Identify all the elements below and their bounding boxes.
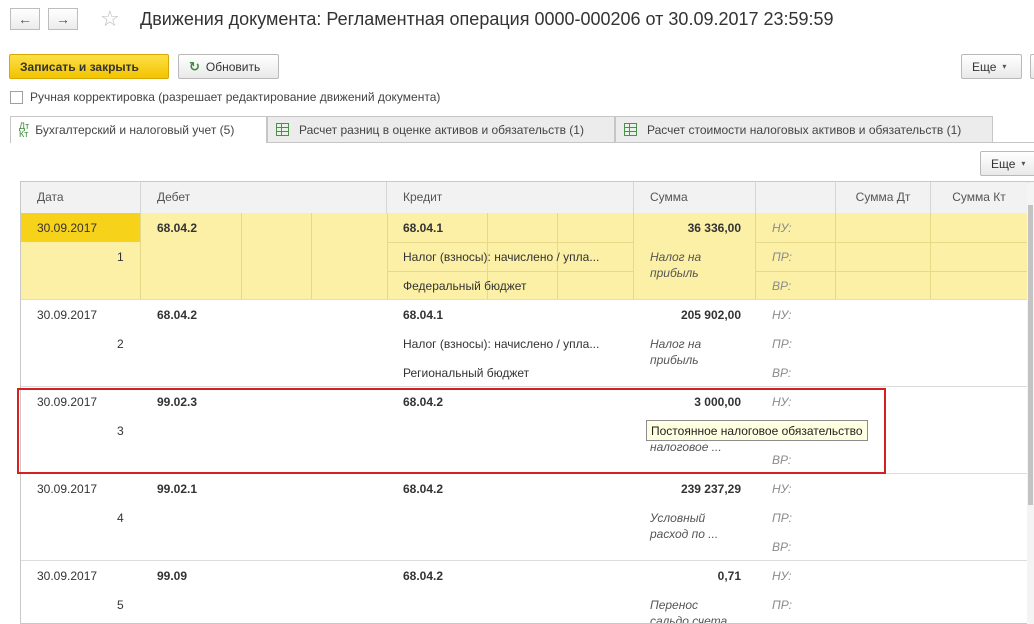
forward-button[interactable]: → xyxy=(48,8,78,30)
cell-amount: 36 336,00 xyxy=(687,221,741,235)
cell-date: 30.09.2017 xyxy=(37,308,98,322)
cell-date: 30.09.2017 xyxy=(37,482,98,496)
cell-credit-sub2: Региональный бюджет xyxy=(403,366,530,380)
extra-button[interactable] xyxy=(1030,54,1034,79)
cell-nu-label: НУ: xyxy=(772,308,792,322)
table-icon xyxy=(624,123,637,136)
manual-correction-label: Ручная корректировка (разрешает редактир… xyxy=(30,90,441,104)
page-title: Движения документа: Регламентная операци… xyxy=(140,9,834,29)
cell-vr-label: ВР: xyxy=(772,366,792,380)
cell-description-1: Налог на xyxy=(650,337,702,351)
back-button[interactable]: ← xyxy=(10,8,40,30)
column-header-date[interactable]: Дата xyxy=(21,182,141,213)
table-header: Дата Дебет Кредит Сумма Сумма Дт Сумма К… xyxy=(21,182,1034,214)
cell-debit: 99.09 xyxy=(157,569,188,583)
cell-credit-sub1: Налог (взносы): начислено / упла... xyxy=(403,250,600,264)
table-row[interactable]: 30.09.2017 1 68.04.2 68.04.1 Налог (взно… xyxy=(21,213,1034,300)
tab-asset-differences[interactable]: Расчет разниц в оценке активов и обязате… xyxy=(267,116,615,142)
cell-amount: 239 237,29 xyxy=(680,482,741,496)
cell-nu-label: НУ: xyxy=(772,569,792,583)
table-icon xyxy=(276,123,289,136)
cell-pr-label: ПР: xyxy=(772,511,792,525)
grid-more-label: Еще xyxy=(991,156,1016,171)
cell-number: 5 xyxy=(117,598,124,612)
cell-pr-label: ПР: xyxy=(772,250,792,264)
scrollbar-thumb[interactable] xyxy=(1028,205,1033,505)
cell-debit: 68.04.2 xyxy=(157,308,198,322)
cell-vr-label: ВР: xyxy=(772,540,792,554)
column-header-amount-kt[interactable]: Сумма Кт xyxy=(931,182,1028,213)
cell-number: 2 xyxy=(117,337,124,351)
cell-description-2: сальдо счета ... xyxy=(650,614,741,624)
cell-credit: 68.04.1 xyxy=(403,308,444,322)
tab-accounting-label: Бухгалтерский и налоговый учет (5) xyxy=(35,123,235,137)
star-icon[interactable]: ☆ xyxy=(100,6,120,32)
debit-credit-icon: Дт Кт xyxy=(19,121,30,139)
cell-amount: 205 902,00 xyxy=(680,308,741,322)
vertical-scrollbar[interactable] xyxy=(1027,183,1034,624)
chevron-down-icon: ▾ xyxy=(1002,62,1007,71)
column-header-amount-dt[interactable]: Сумма Дт xyxy=(836,182,931,213)
cell-description-1: Перенос xyxy=(650,598,698,612)
tab-tax-assets[interactable]: Расчет стоимости налоговых активов и обя… xyxy=(615,116,993,142)
tab-tax-assets-label: Расчет стоимости налоговых активов и обя… xyxy=(647,122,962,137)
column-header-blank[interactable] xyxy=(756,182,836,213)
tab-accounting[interactable]: Дт Кт Бухгалтерский и налоговый учет (5) xyxy=(10,116,267,143)
cell-amount: 0,71 xyxy=(717,569,741,583)
save-and-close-button[interactable]: Записать и закрыть xyxy=(9,54,169,79)
refresh-button[interactable]: ↻ Обновить xyxy=(178,54,279,79)
cell-pr-label: ПР: xyxy=(772,337,792,351)
arrow-left-icon: ← xyxy=(18,11,32,27)
cell-credit-sub1: Налог (взносы): начислено / упла... xyxy=(403,337,600,351)
cell-debit: 99.02.1 xyxy=(157,482,198,496)
chevron-down-icon: ▾ xyxy=(1021,159,1026,168)
cell-description-2: расход по ... xyxy=(650,527,719,541)
cell-vr-label: ВР: xyxy=(772,279,792,293)
table-row[interactable]: 30.09.2017 2 68.04.2 68.04.1 Налог (взно… xyxy=(21,300,1034,387)
grid-more-button[interactable]: Еще ▾ xyxy=(980,151,1034,176)
cell-credit: 68.04.2 xyxy=(403,482,444,496)
cell-description-2: прибыль xyxy=(650,353,699,367)
refresh-icon: ↻ xyxy=(189,58,200,74)
cell-number: 1 xyxy=(117,250,124,264)
tab-asset-differences-label: Расчет разниц в оценке активов и обязате… xyxy=(299,122,584,137)
cell-description-1: Условный xyxy=(650,511,706,525)
cell-date: 30.09.2017 xyxy=(37,221,98,235)
cell-debit: 68.04.2 xyxy=(157,221,198,235)
highlight-frame xyxy=(17,388,886,474)
cell-pr-label: ПР: xyxy=(772,598,792,612)
table-row[interactable]: 30.09.2017 4 99.02.1 68.04.2 239 237,29 … xyxy=(21,474,1034,561)
refresh-label: Обновить xyxy=(205,59,261,74)
column-header-debit[interactable]: Дебет xyxy=(141,182,387,213)
column-header-credit[interactable]: Кредит xyxy=(387,182,634,213)
column-header-amount[interactable]: Сумма xyxy=(634,182,756,213)
cell-credit: 68.04.2 xyxy=(403,569,444,583)
more-label: Еще xyxy=(972,59,997,74)
cell-nu-label: НУ: xyxy=(772,221,792,235)
cell-number: 4 xyxy=(117,511,124,525)
table-row[interactable]: 30.09.2017 5 99.09 68.04.2 0,71 Перенос … xyxy=(21,561,1034,624)
cell-nu-label: НУ: xyxy=(772,482,792,496)
more-button[interactable]: Еще ▾ xyxy=(961,54,1022,79)
manual-correction-checkbox[interactable] xyxy=(10,91,23,104)
save-and-close-label: Записать и закрыть xyxy=(20,59,139,74)
cell-credit-sub2: Федеральный бюджет xyxy=(403,279,527,293)
cell-description-2: прибыль xyxy=(650,266,699,280)
cell-credit: 68.04.1 xyxy=(403,221,444,235)
cell-date: 30.09.2017 xyxy=(37,569,98,583)
arrow-right-icon: → xyxy=(56,11,70,27)
cell-description-1: Налог на xyxy=(650,250,702,264)
